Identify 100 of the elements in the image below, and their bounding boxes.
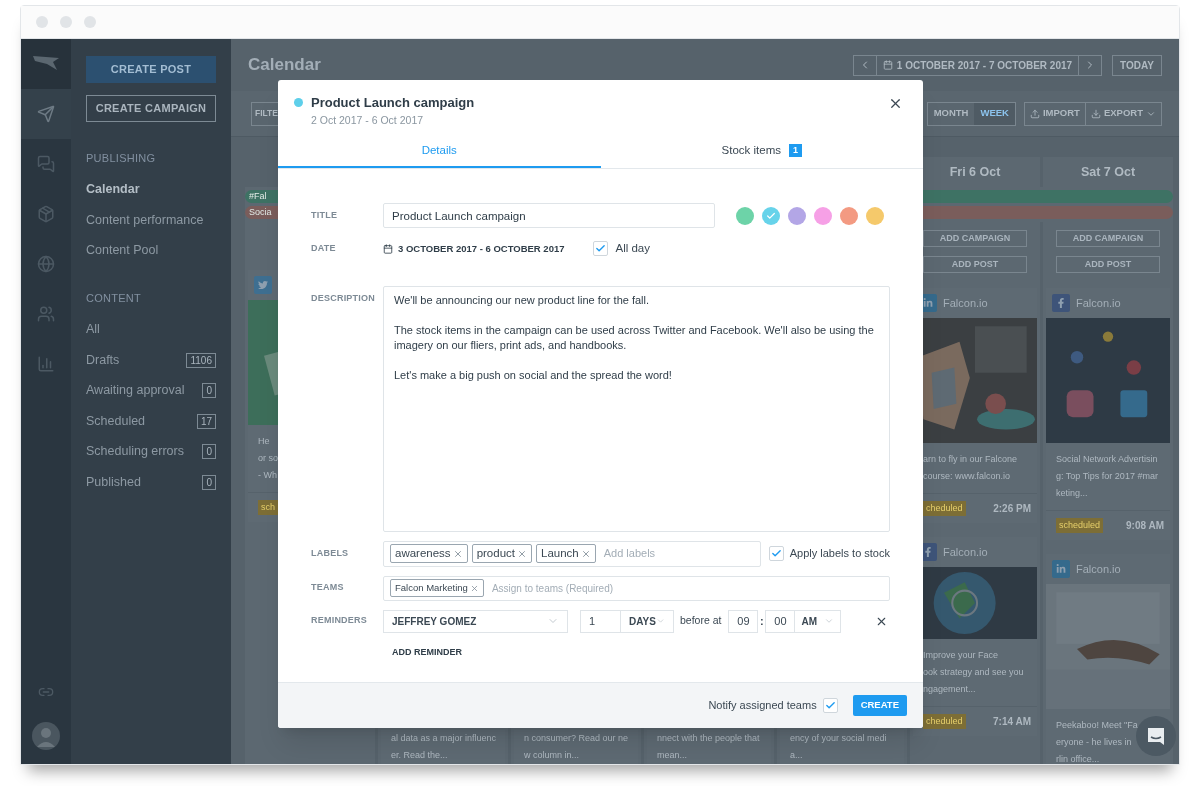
logo-icon[interactable]	[33, 56, 59, 72]
nav-item[interactable]: Awaiting approval	[86, 381, 185, 401]
nav-item[interactable]: Published	[86, 472, 141, 492]
count-badge: 17	[196, 413, 216, 429]
minute-field[interactable]: 00	[765, 609, 796, 633]
post-text-line: al data as a major influenc	[391, 732, 497, 745]
field-label: DESCRIPTION	[311, 291, 376, 305]
page-title: Calendar	[248, 54, 321, 77]
color-swatch[interactable]	[762, 206, 780, 225]
avatar-icon[interactable]	[32, 722, 60, 750]
rail-item[interactable]	[21, 89, 71, 139]
title-field[interactable]: Product Launch campaign	[383, 203, 715, 229]
download-icon	[1090, 108, 1101, 119]
checkbox[interactable]	[822, 698, 838, 713]
placeholder: Assign to teams (Required)	[491, 581, 614, 596]
checkbox-label: Apply labels to stock	[789, 546, 890, 562]
placeholder: Add labels	[603, 546, 656, 562]
view-tab[interactable]: MONTH	[927, 102, 975, 125]
add-reminder-button[interactable]: ADD REMINDER	[383, 645, 471, 659]
checkbox[interactable]	[592, 241, 608, 257]
remove-icon[interactable]	[452, 548, 463, 559]
remove-icon[interactable]	[469, 583, 479, 593]
window-control-icon[interactable]	[60, 16, 72, 28]
nav-item[interactable]: Content Pool	[86, 241, 159, 261]
caret-icon	[824, 616, 835, 626]
account-name: Falcon.io	[943, 544, 988, 560]
count-badge: 1	[788, 143, 802, 157]
description-field[interactable]: We'll be announcing our new product line for the fall. The stock items in the campaign can be used across Twitter and Facebook. We'll also be using the imagery on our fliers, print ads, and handbooks. Let's make a big push on social and the spread the word!	[383, 285, 890, 532]
add-campaign-button[interactable]: ADD CAMPAIGN	[1056, 230, 1160, 247]
account-name: Falcon.io	[943, 295, 988, 311]
post-text-line: ency of your social medi	[790, 732, 887, 745]
add-post-button[interactable]: ADD POST	[923, 256, 1027, 273]
create-button[interactable]: CREATE	[852, 695, 907, 716]
period-select[interactable]: AM	[795, 609, 842, 633]
post-time: 7:14 AM	[993, 715, 1031, 729]
post-text-line: g: Top Tips for 2017 #mar	[1056, 470, 1158, 483]
date-range[interactable]: 3 OCTOBER 2017 - 6 OCTOBER 2017	[383, 241, 565, 256]
checkbox[interactable]	[768, 546, 784, 561]
chat-icon	[1146, 726, 1166, 746]
people-icon	[37, 305, 55, 323]
labels-field[interactable]: awareness product Launch Add labels	[383, 540, 761, 567]
unit-select[interactable]: DAYS	[621, 609, 674, 633]
calendar-icon	[882, 60, 893, 70]
tag[interactable]: awareness	[390, 544, 468, 563]
checkbox-label: Notify assigned teams	[708, 698, 817, 714]
color-swatch[interactable]	[736, 206, 754, 225]
tag[interactable]: Falcon Marketing	[390, 579, 484, 597]
import-button[interactable]: IMPORT	[1025, 102, 1086, 125]
color-swatch[interactable]	[814, 206, 832, 225]
field-label: DATE	[311, 242, 337, 256]
post-text-line: mean...	[657, 749, 687, 762]
dialog-tab[interactable]: Details	[278, 134, 601, 169]
caret-icon	[655, 616, 665, 626]
view-tab[interactable]: WEEK	[974, 102, 1015, 125]
tag[interactable]: Launch	[536, 544, 596, 563]
nav-item[interactable]: Content performance	[86, 210, 204, 230]
post-text-line: Peekaboo! Meet "Fa	[1056, 719, 1138, 732]
post-text-line: or so	[258, 452, 278, 465]
close-icon[interactable]	[888, 96, 903, 111]
field-label: TEAMS	[311, 581, 345, 595]
create-campaign-button[interactable]: CREATE CAMPAIGN	[86, 95, 216, 122]
hour-field[interactable]: 09	[728, 609, 759, 633]
today-button[interactable]: TODAY	[1112, 54, 1162, 76]
tag[interactable]: product	[471, 544, 532, 563]
color-swatch[interactable]	[866, 206, 884, 225]
window-control-icon[interactable]	[36, 16, 48, 28]
account-name: Falcon.io	[1076, 561, 1121, 577]
status-badge: cheduled	[923, 714, 966, 729]
post-time: 9:08 AM	[1126, 519, 1164, 533]
count-badge: 0	[202, 383, 216, 399]
remove-icon[interactable]	[517, 548, 527, 559]
create-post-button[interactable]: CREATE POST	[86, 56, 216, 83]
add-post-button[interactable]: ADD POST	[1056, 256, 1160, 273]
nav-item[interactable]: Drafts	[86, 350, 120, 370]
account-name: Falcon.io	[1076, 295, 1121, 311]
post-text-line: Improve your Face	[923, 649, 999, 662]
checkbox-label: All day	[615, 241, 651, 257]
color-swatch[interactable]	[788, 206, 806, 225]
person-select[interactable]: JEFFREY GOMEZ	[383, 609, 568, 633]
remove-icon[interactable]	[580, 548, 591, 559]
day-header: Sat 7 Oct	[1043, 157, 1173, 187]
nav-item[interactable]: Calendar	[86, 180, 140, 200]
nav-item[interactable]: Scheduling errors	[86, 442, 184, 462]
post-text-line: er. Read the...	[391, 749, 448, 762]
post-text-line: He	[258, 435, 270, 448]
color-swatch[interactable]	[840, 206, 858, 225]
teams-field[interactable]: Falcon Marketing Assign to teams (Required)	[383, 575, 890, 601]
status-badge: cheduled	[923, 501, 966, 516]
export-button[interactable]: EXPORT	[1085, 102, 1161, 125]
time-separator: :	[759, 613, 765, 629]
upload-icon	[1030, 108, 1040, 119]
post-text-line: eryone - he lives in	[1056, 736, 1132, 749]
add-campaign-button[interactable]: ADD CAMPAIGN	[923, 230, 1027, 247]
field-label: REMINDERS	[311, 614, 369, 628]
window-control-icon[interactable]	[84, 16, 96, 28]
nav-item[interactable]: Scheduled	[86, 411, 146, 431]
amount-field[interactable]: 1	[580, 609, 621, 633]
section-heading: CONTENT	[86, 291, 143, 306]
post-text-line: course: www.falcon.io	[923, 470, 1011, 483]
nav-item[interactable]: All	[86, 320, 100, 340]
